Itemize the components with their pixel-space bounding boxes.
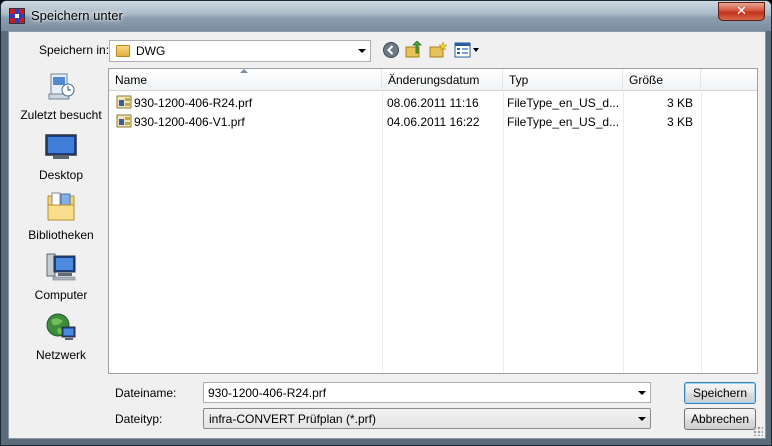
place-label: Desktop [38,168,84,182]
column-header-date[interactable]: Änderungsdatum [382,69,503,91]
close-button[interactable]: ✕ [718,2,765,21]
place-label: Zuletzt besucht [20,108,102,122]
place-libraries[interactable]: Bibliotheken [15,188,107,244]
filetype-dropdown[interactable]: infra-CONVERT Prüfplan (*.prf) [203,408,651,429]
file-size: 3 KB [666,115,693,129]
column-header-type[interactable]: Typ [503,69,623,91]
recent-places-icon [48,73,75,100]
place-label: Bibliotheken [28,228,94,242]
place-computer[interactable]: Computer [15,248,107,304]
filetype-value: infra-CONVERT Prüfplan (*.prf) [209,412,376,426]
file-row[interactable]: 930-1200-406-R24.prf 08.06.2011 11:16 Fi… [109,93,757,112]
places-bar: Zuletzt besucht Desktop Bibliotheken Com… [15,68,107,436]
back-icon[interactable] [382,41,400,59]
computer-icon [46,253,76,281]
column-header-empty [701,69,757,91]
title-bar[interactable]: Speichern unter ✕ [1,1,771,31]
cancel-button[interactable]: Abbrechen [684,408,756,430]
up-folder-icon[interactable] [405,41,423,59]
place-recent[interactable]: Zuletzt besucht [15,68,107,124]
libraries-icon [47,192,75,221]
file-date: 04.06.2011 16:22 [387,115,480,129]
file-row[interactable]: 930-1200-406-V1.prf 04.06.2011 16:22 Fil… [109,112,757,131]
save-in-label: Speichern in: [39,43,110,57]
place-desktop[interactable]: Desktop [15,128,107,184]
place-label: Computer [34,288,88,302]
column-divider [503,91,504,373]
chevron-down-icon [358,49,366,53]
save-as-dialog: Speichern unter ✕ Speichern in: DWG Zule… [0,0,772,446]
place-network[interactable]: Netzwerk [15,308,107,364]
filetype-label: Dateityp: [115,412,163,426]
new-folder-icon[interactable] [429,41,447,59]
column-header-size[interactable]: Größe [623,69,701,91]
column-header-row: Name Änderungsdatum Typ Größe [109,69,757,91]
file-type: FileType_en_US_d... [507,115,620,129]
column-divider [701,91,702,373]
dialog-body: Speichern in: DWG Zuletzt besucht Deskto… [8,31,766,439]
window-title: Speichern unter [31,8,123,23]
prf-file-icon [116,95,132,109]
prf-file-icon [116,114,132,128]
file-name: 930-1200-406-R24.prf [134,96,253,110]
chevron-down-icon [638,417,646,421]
sort-ascending-icon [240,69,248,73]
column-divider [623,91,624,373]
network-icon [46,313,76,340]
folder-icon [116,45,130,57]
resize-grip-icon[interactable] [753,426,763,436]
filename-label: Dateiname: [115,386,177,400]
file-name: 930-1200-406-V1.prf [134,115,245,129]
views-menu-icon[interactable] [454,41,480,59]
app-icon [9,8,25,24]
file-size: 3 KB [666,96,693,110]
save-button[interactable]: Speichern [684,382,756,404]
save-in-dropdown[interactable]: DWG [109,40,371,62]
filename-combo[interactable] [203,382,651,403]
desktop-icon [45,134,77,159]
chevron-down-icon[interactable] [638,391,646,395]
place-label: Netzwerk [35,348,86,362]
filename-input[interactable] [206,384,626,401]
file-list[interactable]: Name Änderungsdatum Typ Größe 930-1200-4… [108,68,758,374]
file-type: FileType_en_US_d... [507,96,620,110]
column-divider [382,91,383,373]
save-in-value: DWG [136,44,166,58]
file-date: 08.06.2011 11:16 [387,96,479,110]
